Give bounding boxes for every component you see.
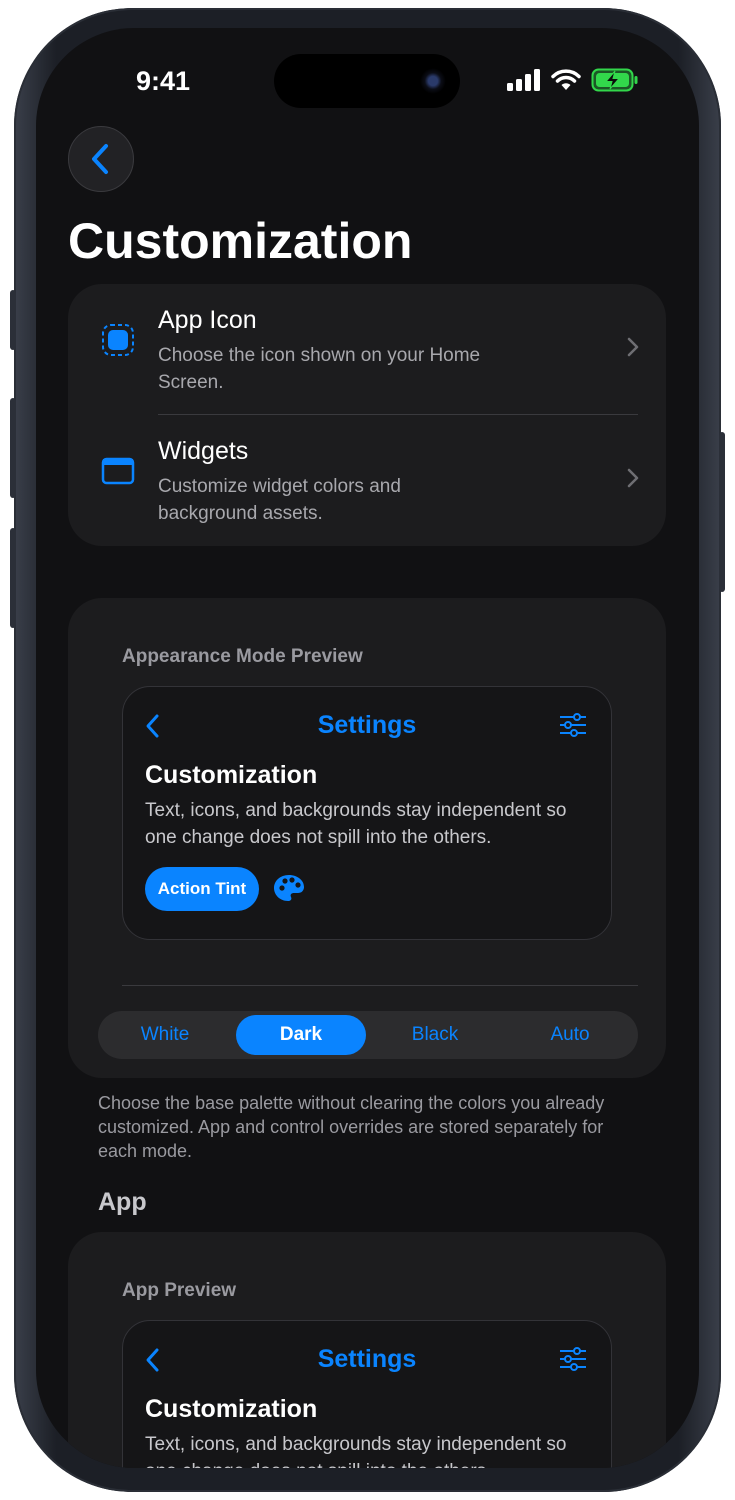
menu-item-title: Widgets — [158, 437, 249, 465]
chevron-right-icon — [627, 468, 639, 488]
preview-nav-title: Settings — [317, 1345, 417, 1373]
appearance-card: Appearance Mode Preview Settings Customi… — [68, 598, 666, 1078]
screen: 9:41 Customization App Icon Choose the i… — [36, 28, 699, 1468]
mode-white[interactable]: White — [100, 1015, 230, 1055]
app-icon-icon — [102, 324, 134, 356]
menu-item-title: App Icon — [158, 306, 257, 334]
divider — [122, 985, 638, 986]
mode-dark[interactable]: Dark — [236, 1015, 366, 1055]
menu-card: App Icon Choose the icon shown on your H… — [68, 284, 666, 546]
status-time: 9:41 — [136, 66, 191, 96]
chevron-left-icon — [92, 144, 108, 174]
menu-item-description: Choose the icon shown on your Home Scree… — [158, 345, 481, 393]
action-tint-pill: Action Tint — [145, 867, 259, 911]
sliders-icon — [560, 1347, 586, 1371]
preview-nav-title: Settings — [317, 711, 417, 739]
menu-item-widgets[interactable]: Widgets Customize widget colors and back… — [68, 419, 666, 539]
appearance-preview: Settings Customization Text, icons, and … — [122, 686, 612, 940]
page-title: Customization — [68, 213, 413, 269]
menu-item-description: Customize widget colors and background a… — [158, 476, 401, 524]
menu-item-app-icon[interactable]: App Icon Choose the icon shown on your H… — [68, 288, 666, 408]
signal-icon — [507, 69, 540, 91]
sliders-icon — [560, 713, 586, 737]
divider — [158, 414, 638, 415]
battery-charging-icon — [591, 68, 638, 92]
preview-heading: Customization — [145, 1395, 318, 1423]
widget-icon — [101, 457, 135, 485]
wifi-icon — [551, 69, 581, 90]
dynamic-island — [274, 54, 460, 108]
mode-auto[interactable]: Auto — [505, 1015, 635, 1055]
palette-icon — [274, 875, 304, 901]
preview-heading: Customization — [145, 761, 318, 789]
app-preview-card: App Preview Settings Customization Text,… — [68, 1232, 666, 1468]
mode-black[interactable]: Black — [370, 1015, 500, 1055]
preview-body: Text, icons, and backgrounds stay indepe… — [145, 800, 567, 848]
appearance-footnote: Choose the base palette without clearing… — [98, 1093, 605, 1161]
status-icons — [507, 68, 639, 92]
app-preview: Settings Customization Text, icons, and … — [122, 1320, 612, 1468]
volume-up-button — [10, 398, 16, 498]
section-label: App Preview — [122, 1280, 237, 1301]
side-button — [719, 432, 725, 592]
appearance-mode-segmented-control[interactable]: White Dark Black Auto — [98, 1011, 638, 1059]
back-button[interactable] — [68, 126, 134, 192]
volume-down-button — [10, 528, 16, 628]
chevron-right-icon — [627, 337, 639, 357]
preview-body: Text, icons, and backgrounds stay indepe… — [145, 1434, 567, 1468]
camera-icon — [420, 68, 446, 94]
section-title-app: App — [98, 1188, 147, 1216]
action-button — [10, 290, 16, 350]
section-label: Appearance Mode Preview — [122, 646, 363, 667]
